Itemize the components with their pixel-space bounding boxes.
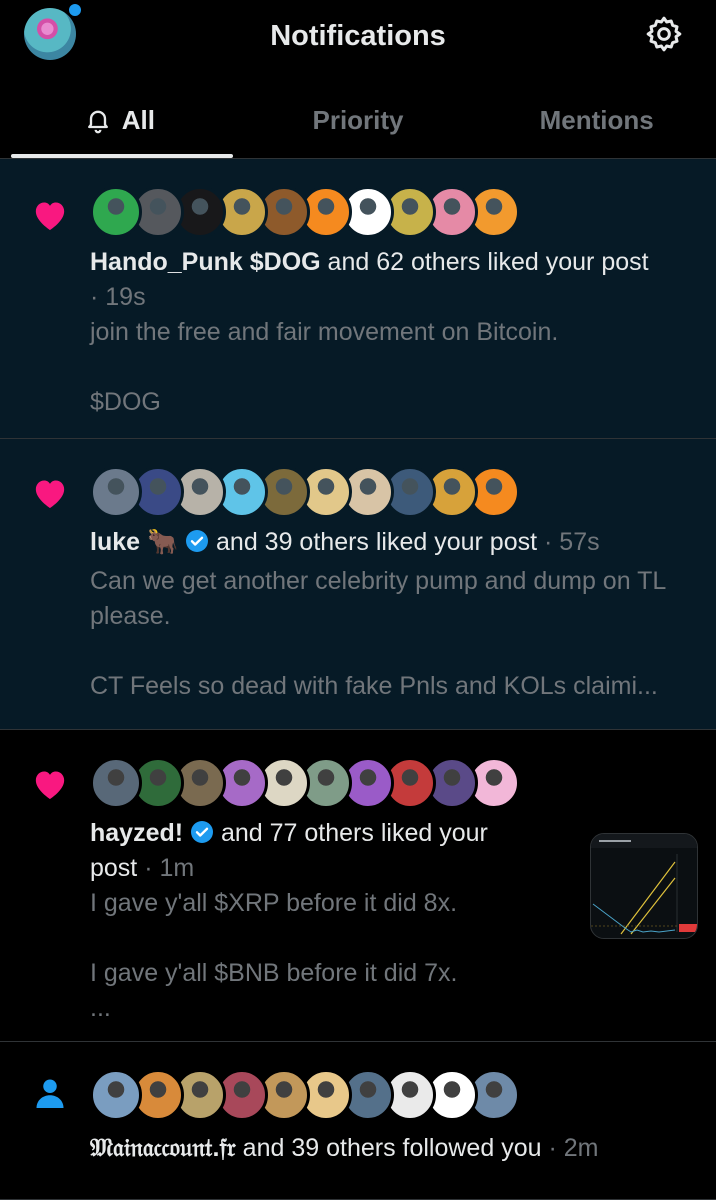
heart-icon bbox=[35, 771, 65, 799]
notification-text: 𝔐𝔞𝔦𝔫𝔞𝔠𝔠𝔬𝔲𝔫𝔱.𝔣𝔯 and 39 others followed yo… bbox=[90, 1131, 706, 1166]
tab-all-label: All bbox=[121, 104, 155, 135]
notification-item[interactable]: luke 🐂 and 39 others liked your post · 5… bbox=[0, 439, 716, 730]
person-icon bbox=[36, 1079, 64, 1108]
heart-icon bbox=[35, 480, 65, 508]
timestamp: · 1m bbox=[144, 854, 195, 882]
liker-avatars[interactable] bbox=[90, 466, 520, 518]
notification-item[interactable]: Hando_Punk $DOG and 62 others liked your… bbox=[0, 159, 716, 439]
heart-icon bbox=[35, 202, 65, 230]
timestamp: · 19s bbox=[90, 283, 146, 311]
notification-tabs: All Priority Mentions bbox=[0, 82, 716, 158]
notification-item[interactable]: hayzed! and 77 others liked your post · … bbox=[0, 730, 716, 1042]
action-text-cont: post bbox=[90, 854, 138, 882]
avatar[interactable] bbox=[90, 757, 142, 809]
action-text: and 77 others liked your bbox=[214, 819, 488, 847]
notification-text: hayzed! and 77 others liked your post · … bbox=[90, 816, 570, 886]
user-name[interactable]: 𝔐𝔞𝔦𝔫𝔞𝔠𝔠𝔬𝔲𝔫𝔱.𝔣𝔯 bbox=[90, 1134, 236, 1162]
profile-avatar[interactable] bbox=[24, 8, 76, 60]
action-text: and 39 others followed you bbox=[235, 1134, 542, 1162]
liker-avatars[interactable] bbox=[90, 757, 520, 809]
gear-icon[interactable] bbox=[644, 14, 684, 54]
timestamp: · 2m bbox=[548, 1134, 599, 1162]
user-name[interactable]: hayzed! bbox=[90, 819, 183, 847]
follower-avatars[interactable] bbox=[90, 1069, 520, 1121]
post-snippet[interactable]: join the free and fair movement on Bitco… bbox=[90, 315, 702, 420]
verified-badge-icon bbox=[191, 821, 214, 843]
timestamp: · 57s bbox=[544, 528, 600, 556]
liker-avatars[interactable] bbox=[90, 186, 520, 238]
tab-priority[interactable]: Priority bbox=[239, 82, 478, 158]
tab-mentions[interactable]: Mentions bbox=[477, 82, 716, 158]
action-text: and 39 others liked your post bbox=[209, 528, 538, 556]
post-snippet[interactable]: I gave y'all $XRP before it did 8x. I ga… bbox=[90, 886, 570, 1026]
avatar[interactable] bbox=[90, 186, 142, 238]
post-snippet[interactable]: Can we get another celebrity pump and du… bbox=[90, 564, 702, 704]
action-text: and 62 others liked your post bbox=[320, 248, 649, 276]
notification-item[interactable]: 𝔐𝔞𝔦𝔫𝔞𝔠𝔠𝔬𝔲𝔫𝔱.𝔣𝔯 and 39 others followed yo… bbox=[0, 1042, 716, 1200]
user-emoji: 🐂 bbox=[146, 528, 179, 556]
tab-mentions-label: Mentions bbox=[539, 104, 654, 135]
bell-icon bbox=[87, 110, 108, 134]
user-name[interactable]: Hando_Punk $DOG bbox=[90, 248, 321, 276]
top-bar: Notifications bbox=[0, 0, 716, 72]
notification-text: luke 🐂 and 39 others liked your post · 5… bbox=[90, 525, 706, 560]
account-badge-dot bbox=[67, 2, 83, 18]
tab-all[interactable]: All bbox=[0, 82, 239, 158]
chart-image bbox=[591, 834, 697, 935]
tab-priority-label: Priority bbox=[312, 104, 404, 135]
page-title: Notifications bbox=[270, 19, 446, 52]
post-chart-thumbnail[interactable] bbox=[590, 833, 698, 939]
user-name[interactable]: luke bbox=[90, 528, 140, 556]
avatar[interactable] bbox=[90, 466, 142, 518]
avatar[interactable] bbox=[90, 1069, 142, 1121]
notification-text: Hando_Punk $DOG and 62 others liked your… bbox=[90, 245, 706, 315]
verified-badge-icon bbox=[186, 530, 209, 552]
